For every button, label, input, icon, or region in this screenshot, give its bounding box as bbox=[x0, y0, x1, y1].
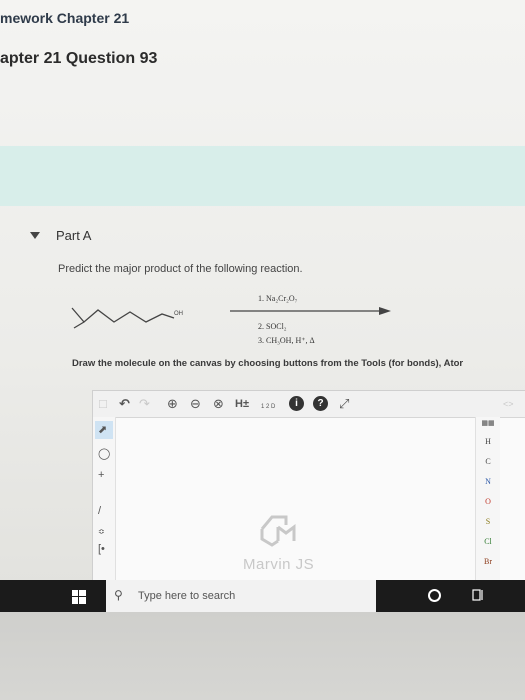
bond-tool-icon[interactable]: / bbox=[98, 505, 101, 517]
editor-toolbar: □ ↶ ↷ ⊕ ⊖ ⊗ H± 1 2 D i ? ⤢ <> bbox=[93, 391, 525, 418]
select-tool-icon[interactable]: ⬈ bbox=[98, 423, 107, 436]
redo-icon[interactable]: ↷ bbox=[139, 395, 150, 413]
zoom-fit-icon[interactable]: ⊗ bbox=[213, 395, 224, 413]
hydrogen-toggle-button[interactable]: H± bbox=[235, 395, 249, 413]
monitor-bezel-area bbox=[0, 612, 525, 700]
element-br-button[interactable]: Br bbox=[476, 557, 500, 566]
element-n-button[interactable]: N bbox=[476, 477, 500, 486]
task-view-icon[interactable] bbox=[472, 589, 484, 601]
carbon-chain-bonds bbox=[71, 307, 175, 323]
condition-step-1: 1. Na₂Cr₂O₇ bbox=[258, 294, 298, 303]
info-band bbox=[0, 146, 525, 206]
info-icon[interactable]: i bbox=[289, 396, 304, 411]
reactant-molecule bbox=[71, 307, 175, 329]
element-cl-button[interactable]: Cl bbox=[476, 537, 500, 546]
atom-numbering-button[interactable]: 1 2 D bbox=[261, 398, 275, 416]
element-c-button[interactable]: C bbox=[476, 457, 500, 466]
breadcrumb[interactable]: mework Chapter 21 bbox=[0, 10, 129, 26]
windows-taskbar: ⚲ Type here to search bbox=[0, 580, 525, 612]
left-tools-panel: ⬈ ◯ + / ≎ [• bbox=[93, 417, 116, 581]
hydroxyl-label: OH bbox=[174, 311, 183, 317]
drawing-instructions: Draw the molecule on the canvas by choos… bbox=[72, 358, 464, 369]
element-s-button[interactable]: S bbox=[476, 517, 500, 526]
help-icon[interactable]: ? bbox=[313, 396, 328, 411]
element-h-button[interactable]: H bbox=[476, 437, 500, 446]
question-title: apter 21 Question 93 bbox=[0, 50, 158, 67]
collapse-arrow-icon[interactable] bbox=[30, 232, 40, 239]
condition-step-2: 2. SOCl₂ bbox=[258, 322, 287, 331]
periodic-elements-panel: ▦▦ H C N O S Cl Br bbox=[475, 417, 500, 581]
marvin-logo-icon bbox=[260, 515, 296, 547]
reaction-arrow-icon bbox=[230, 307, 391, 315]
browser-page: mework Chapter 21 apter 21 Question 93 P… bbox=[0, 0, 525, 612]
new-document-icon[interactable]: □ bbox=[99, 395, 107, 413]
search-icon: ⚲ bbox=[114, 588, 123, 602]
marvin-watermark-text: Marvin JS bbox=[243, 556, 315, 573]
question-prompt: Predict the major product of the followi… bbox=[58, 263, 303, 275]
chain-tool-icon[interactable]: ≎ bbox=[98, 527, 105, 536]
methyl-branch-bond bbox=[73, 321, 85, 329]
undo-icon[interactable]: ↶ bbox=[119, 395, 130, 413]
search-placeholder: Type here to search bbox=[138, 590, 236, 602]
zoom-out-icon[interactable]: ⊖ bbox=[190, 395, 201, 413]
bracket-tool-icon[interactable]: [• bbox=[98, 543, 105, 555]
plus-charge-icon[interactable]: + bbox=[98, 469, 104, 481]
cortana-icon[interactable] bbox=[428, 589, 441, 602]
taskbar-search-box[interactable]: ⚲ Type here to search bbox=[106, 580, 376, 612]
windows-start-icon[interactable] bbox=[72, 590, 86, 604]
part-a-label[interactable]: Part A bbox=[56, 228, 91, 243]
periodic-table-icon[interactable]: ▦▦ bbox=[476, 419, 500, 427]
condition-step-3: 3. CH₃OH, H⁺, Δ bbox=[258, 336, 315, 345]
marvin-watermark: Marvin JS bbox=[243, 511, 314, 573]
marvin-editor[interactable]: □ ↶ ↷ ⊕ ⊖ ⊗ H± 1 2 D i ? ⤢ <> ⬈ ◯ + / ≎ … bbox=[92, 390, 525, 582]
more-options-icon[interactable]: <> bbox=[503, 395, 514, 413]
fullscreen-icon[interactable]: ⤢ bbox=[339, 395, 349, 413]
element-o-button[interactable]: O bbox=[476, 497, 500, 506]
zoom-in-icon[interactable]: ⊕ bbox=[167, 395, 178, 413]
erase-tool-icon[interactable]: ◯ bbox=[98, 447, 110, 460]
